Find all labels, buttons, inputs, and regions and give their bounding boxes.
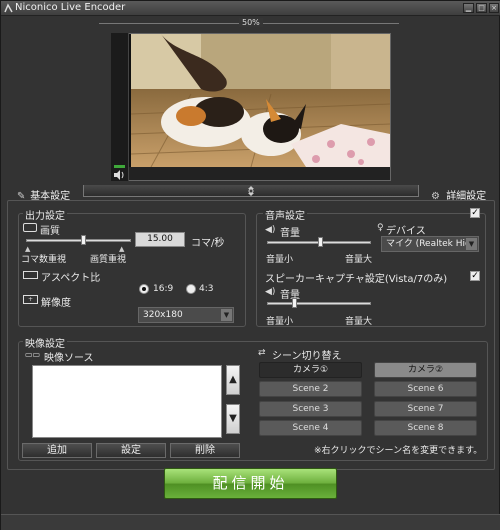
resolution-icon: + [23, 295, 38, 304]
quality-icon [23, 223, 37, 232]
speaker-volume-label: 音量 [280, 290, 300, 301]
speaker-volume-slider-knob[interactable] [291, 298, 297, 308]
minimize-button[interactable]: ▁ [463, 3, 474, 13]
speaker-volume-slider-track[interactable] [267, 302, 371, 305]
scene-button-camera2[interactable]: カメラ② [374, 362, 477, 378]
scene-button-6[interactable]: Scene 6 [374, 381, 477, 397]
volume-slider-knob[interactable] [318, 237, 324, 247]
speaker-volume-min-label: 音量小 [266, 317, 294, 327]
scene-button-3[interactable]: Scene 3 [259, 401, 362, 417]
add-source-button[interactable]: 追加 [22, 443, 92, 458]
aspect-icon [23, 271, 38, 279]
chevron-down-icon: ▼ [466, 238, 477, 250]
move-up-button[interactable]: ▲ [226, 365, 240, 395]
resolution-select[interactable]: 320x180 ▼ [138, 307, 234, 323]
close-button[interactable]: × [489, 3, 499, 13]
quality-slider-track[interactable] [26, 239, 131, 242]
preview-meter [111, 33, 129, 181]
delete-source-button[interactable]: 削除 [170, 443, 240, 458]
app-window: Niconico Live Encoder ▁ □ × 50% ✎ 基本設定 ⚙… [0, 0, 500, 530]
speaker-volume-max-label: 音量大 [345, 317, 373, 327]
device-select[interactable]: マイク (Realtek Hig ▼ [381, 236, 479, 252]
quality-label: 画質 [40, 226, 60, 237]
audio-level-meter [114, 165, 125, 168]
video-source-list[interactable] [32, 365, 222, 438]
output-settings-title: 出力設定 [23, 207, 67, 222]
audio-enable-checkbox[interactable]: ✓ [470, 208, 480, 218]
chevron-down-icon: ▼ [221, 309, 232, 321]
fps-priority-label: コマ数重視 [21, 255, 67, 265]
video-settings-title: 映像設定 [23, 335, 67, 350]
status-bar [1, 514, 500, 530]
scene-button-4[interactable]: Scene 4 [259, 420, 362, 436]
device-label: デバイス [386, 226, 426, 237]
audio-settings-title: 音声設定 [263, 207, 307, 222]
title-bar: Niconico Live Encoder ▁ □ × [1, 1, 500, 16]
video-source-icon: ▭▭ [25, 350, 41, 359]
aspect-radio-16-9[interactable] [139, 284, 149, 294]
microphone-icon: ♀ [377, 223, 384, 233]
window-title: Niconico Live Encoder [15, 2, 126, 13]
speaker-volume-icon: ◀) [265, 287, 276, 297]
arrow-down-icon: ▼ [229, 413, 237, 424]
quality-priority-label: 画質重視 [90, 255, 127, 265]
tab-advanced[interactable]: ⚙ 詳細設定 [431, 187, 486, 202]
volume-icon: ◀) [265, 225, 276, 235]
speaker-icon[interactable] [113, 170, 126, 180]
tab-basic[interactable]: ✎ 基本設定 [17, 187, 70, 202]
maximize-button[interactable]: □ [476, 3, 487, 13]
volume-max-label: 音量大 [345, 255, 373, 265]
speaker-capture-title: スピーカーキャプチャ設定(Vista/7のみ) [265, 274, 448, 285]
fps-unit-label: コマ/秒 [191, 238, 225, 249]
zoom-label: 50% [239, 18, 263, 27]
scene-button-2[interactable]: Scene 2 [259, 381, 362, 397]
fps-input[interactable]: 15.00 [135, 232, 185, 247]
quality-slider-knob[interactable] [81, 235, 86, 245]
volume-min-label: 音量小 [266, 255, 294, 265]
resolution-label: 解像度 [41, 298, 71, 309]
scene-rename-hint: ※右クリックでシーン名を変更できます。 [314, 446, 483, 456]
resize-handle-icon[interactable] [244, 186, 258, 196]
scene-button-camera1[interactable]: カメラ① [259, 362, 362, 378]
app-logo-icon [4, 3, 13, 13]
scene-button-8[interactable]: Scene 8 [374, 420, 477, 436]
aspect-option-4-3: 4:3 [199, 284, 214, 294]
arrow-up-icon: ▲ [229, 374, 237, 385]
video-source-label: 映像ソース [44, 353, 94, 364]
volume-label: 音量 [280, 228, 300, 239]
aspect-ratio-label: アスペクト比 [41, 273, 101, 284]
speaker-capture-checkbox[interactable]: ✓ [470, 271, 480, 281]
preview-footer [129, 167, 390, 180]
aspect-radio-4-3[interactable] [186, 284, 196, 294]
move-down-button[interactable]: ▼ [226, 404, 240, 434]
scene-button-7[interactable]: Scene 7 [374, 401, 477, 417]
scene-switch-title: シーン切り替え [272, 351, 342, 362]
camera-image [131, 34, 390, 167]
scene-switch-icon: ⇄ [258, 348, 266, 358]
source-settings-button[interactable]: 設定 [96, 443, 166, 458]
start-broadcast-button[interactable]: 配信開始 [164, 468, 337, 499]
panel-splitter[interactable] [83, 185, 419, 197]
aspect-option-16-9: 16:9 [153, 284, 174, 294]
